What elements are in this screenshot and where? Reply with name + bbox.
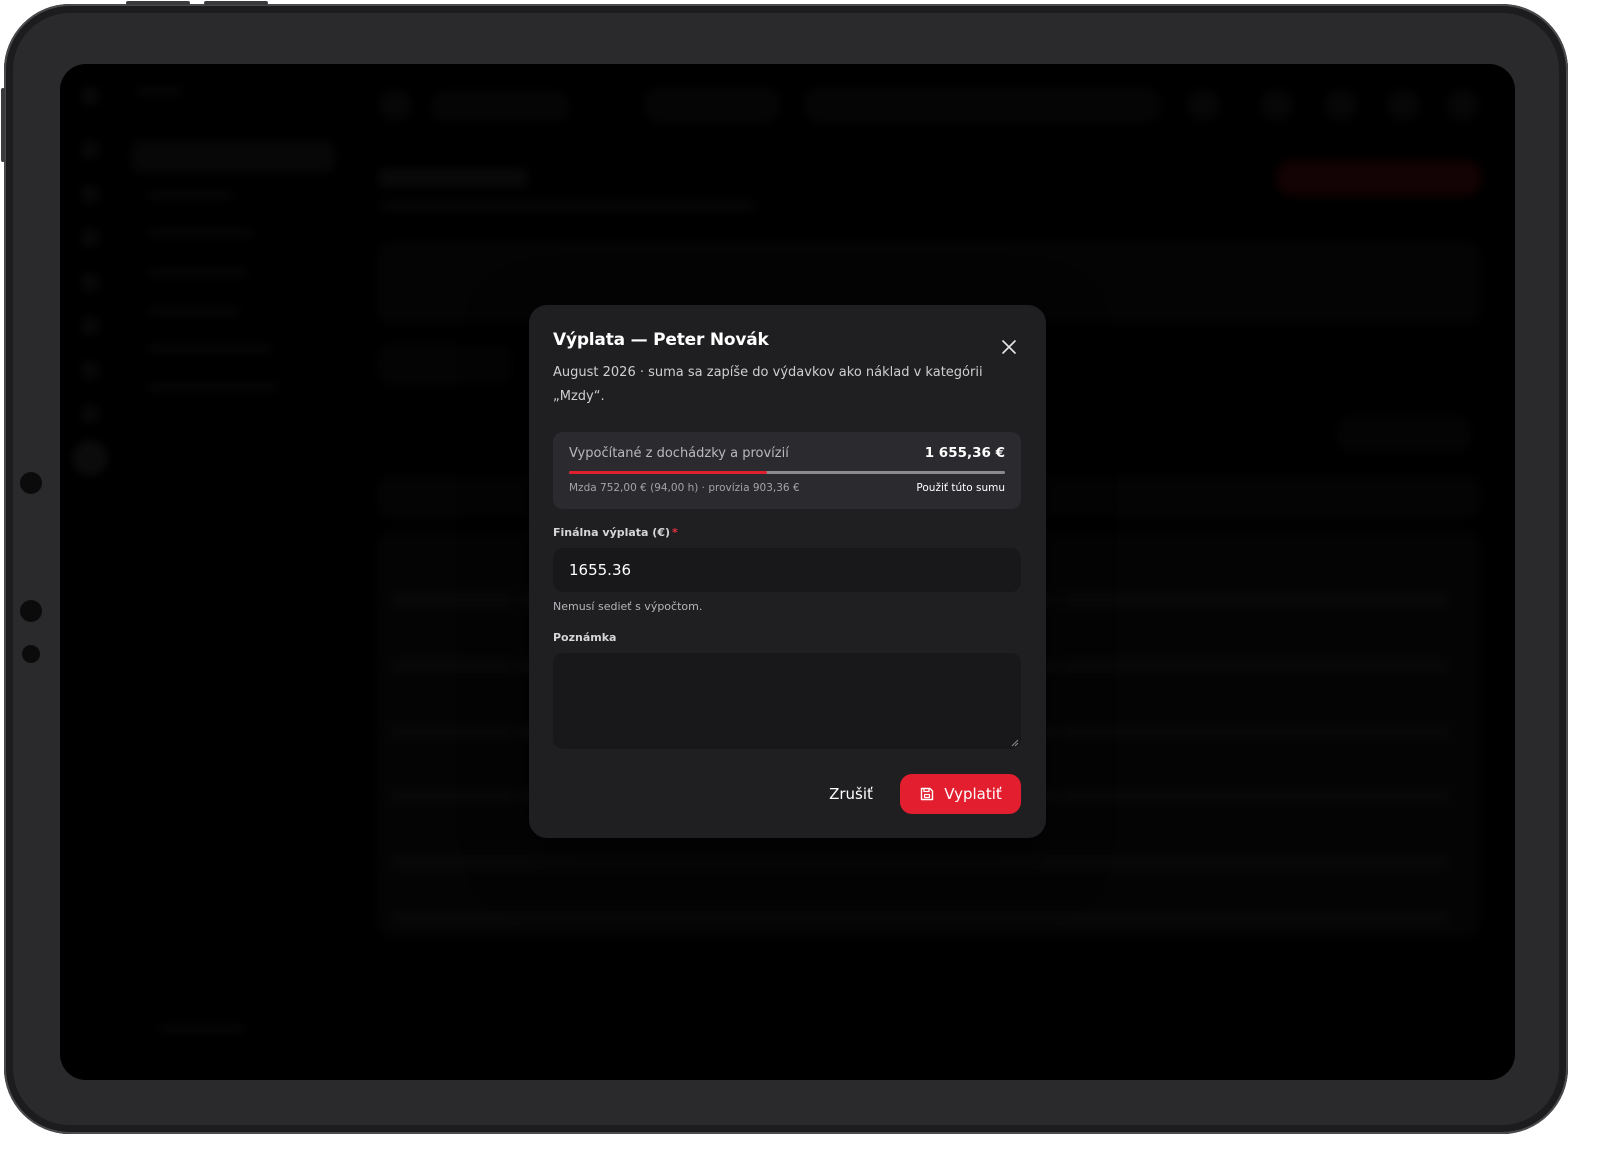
final-payout-input[interactable] bbox=[553, 548, 1021, 592]
note-textarea[interactable] bbox=[553, 653, 1021, 749]
wage-commission-bar bbox=[569, 471, 1005, 474]
final-payout-label-text: Finálna výplata (€) bbox=[553, 526, 671, 539]
close-icon bbox=[1002, 340, 1016, 354]
close-button[interactable] bbox=[998, 336, 1020, 358]
required-mark: * bbox=[672, 526, 678, 539]
calculated-amount-panel: Vypočítané z dochádzky a provízií 1 655,… bbox=[553, 432, 1021, 509]
payout-dialog: Výplata — Peter Novák August 2026 · suma… bbox=[529, 305, 1046, 838]
dialog-description: August 2026 · suma sa zapíše do výdavkov… bbox=[553, 365, 983, 404]
calculated-value: 1 655,36 € bbox=[924, 445, 1005, 461]
wage-share-fill bbox=[569, 471, 767, 474]
save-icon bbox=[921, 787, 934, 801]
pay-button-label: Vyplatiť bbox=[944, 785, 1002, 803]
pay-button[interactable]: Vyplatiť bbox=[900, 774, 1021, 814]
cancel-button[interactable]: Zrušiť bbox=[819, 774, 883, 814]
power-button bbox=[1, 88, 5, 162]
note-label: Poznámka bbox=[553, 631, 617, 644]
final-payout-label: Finálna výplata (€) * bbox=[553, 526, 678, 539]
dialog-title: Výplata — Peter Novák bbox=[553, 330, 769, 350]
volume-button bbox=[126, 1, 190, 5]
camera-dot bbox=[20, 600, 42, 622]
calculated-label: Vypočítané z dochádzky a provízií bbox=[569, 446, 789, 461]
calculation-breakdown: Mzda 752,00 € (94,00 h) · provízia 903,3… bbox=[569, 482, 800, 494]
camera-dot bbox=[20, 472, 42, 494]
screen: Výplata — Peter Novák August 2026 · suma… bbox=[60, 64, 1515, 1080]
resize-grip-icon[interactable] bbox=[1011, 739, 1019, 747]
camera-dot bbox=[22, 645, 40, 663]
volume-button bbox=[204, 1, 268, 5]
tablet-frame: Výplata — Peter Novák August 2026 · suma… bbox=[1, 1, 1568, 1134]
use-this-sum-link[interactable]: Použiť túto sumu bbox=[916, 482, 1005, 494]
final-payout-hint: Nemusí sedieť s výpočtom. bbox=[553, 600, 703, 613]
